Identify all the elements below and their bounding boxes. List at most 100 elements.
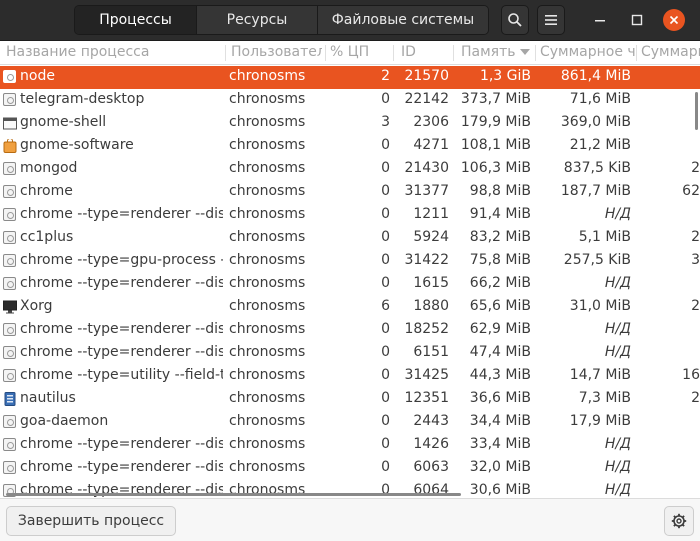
process-name: node xyxy=(20,68,55,84)
process-row[interactable]: goa-daemon chronosms 0 2443 34,4 MiB 17,9 MiB xyxy=(0,411,700,434)
process-row[interactable]: chrome --type=renderer --disab chronosms 0… xyxy=(0,342,700,365)
column-header-extra[interactable]: Суммарн xyxy=(641,44,700,60)
column-header-total[interactable]: Суммарное ч xyxy=(540,44,635,60)
process-row[interactable]: gnome-shell chronosms 3 2306 179,9 MiB 369,0 … xyxy=(0,112,700,135)
process-total-read: 257,5 KiB xyxy=(563,252,631,268)
tab-resources[interactable]: Ресурсы xyxy=(197,6,318,34)
process-name: chrome --type=renderer --disab xyxy=(20,275,223,291)
process-name: telegram-desktop xyxy=(20,91,145,107)
column-header-memory[interactable]: Память xyxy=(461,44,535,60)
process-user: chronosms xyxy=(229,275,306,291)
column-divider[interactable] xyxy=(225,45,226,61)
process-id: 4271 xyxy=(413,137,449,153)
process-memory: 32,0 MiB xyxy=(469,459,531,475)
process-user: chronosms xyxy=(229,321,306,337)
tab-file-systems[interactable]: Файловые системы xyxy=(318,6,488,34)
process-id: 1880 xyxy=(413,298,449,314)
process-user: chronosms xyxy=(229,298,306,314)
gear-icon xyxy=(671,513,687,529)
process-total-read: Н/Д xyxy=(604,344,631,360)
process-row[interactable]: chrome --type=renderer --disab chronosms 0… xyxy=(0,204,700,227)
process-properties-button[interactable] xyxy=(664,506,694,536)
generic-app-icon xyxy=(3,93,17,107)
column-divider[interactable] xyxy=(325,45,326,61)
process-name: chrome xyxy=(20,183,73,199)
search-button[interactable] xyxy=(501,5,529,35)
vertical-scrollbar[interactable] xyxy=(695,92,698,130)
column-header-pid[interactable]: ID xyxy=(401,44,451,60)
process-total-read: Н/Д xyxy=(604,436,631,452)
minimize-icon xyxy=(595,20,605,22)
process-cpu: 0 xyxy=(381,367,390,383)
process-total-write: 62 xyxy=(682,183,700,199)
process-user: chronosms xyxy=(229,160,306,176)
process-row[interactable]: node chronosms 2 21570 1,3 GiB 861,4 MiB xyxy=(0,66,700,89)
process-cpu: 0 xyxy=(381,459,390,475)
process-row[interactable]: chrome --type=renderer --disab chronosms 0… xyxy=(0,319,700,342)
process-row[interactable]: chrome --type=utility --field-tria chrono… xyxy=(0,365,700,388)
close-icon xyxy=(669,15,679,25)
column-divider[interactable] xyxy=(393,45,394,61)
process-cpu: 0 xyxy=(381,275,390,291)
process-total-read: Н/Д xyxy=(604,206,631,222)
process-memory: 106,3 MiB xyxy=(460,160,531,176)
process-cpu: 0 xyxy=(381,413,390,429)
process-memory: 47,4 MiB xyxy=(469,344,531,360)
process-row[interactable]: chrome chronosms 0 31377 98,8 MiB 187,7 MiB 62 xyxy=(0,181,700,204)
process-memory: 91,4 MiB xyxy=(469,206,531,222)
process-row[interactable]: gnome-software chronosms 0 4271 108,1 MiB 21,… xyxy=(0,135,700,158)
process-row[interactable]: chrome --type=gpu-process --fi chronosms 0… xyxy=(0,250,700,273)
column-header-cpu[interactable]: % ЦП xyxy=(330,44,390,60)
column-divider[interactable] xyxy=(453,45,454,61)
process-cpu: 0 xyxy=(381,436,390,452)
process-cpu: 0 xyxy=(381,390,390,406)
process-cpu: 0 xyxy=(381,252,390,268)
process-memory: 44,3 MiB xyxy=(469,367,531,383)
process-name: chrome --type=utility --field-tria xyxy=(20,367,223,383)
column-header-user[interactable]: Пользовател xyxy=(231,44,322,60)
process-id: 1426 xyxy=(413,436,449,452)
close-button[interactable] xyxy=(663,9,685,31)
process-row[interactable]: chrome --type=renderer --disab chronosms 0… xyxy=(0,434,700,457)
process-row[interactable]: chrome --type=renderer --disab chronosms 0… xyxy=(0,457,700,480)
process-row[interactable]: Xorg chronosms 6 1880 65,6 MiB 31,0 MiB 2 xyxy=(0,296,700,319)
end-process-button[interactable]: Завершить процесс xyxy=(6,506,176,536)
maximize-button[interactable] xyxy=(627,10,647,30)
generic-app-icon xyxy=(3,438,17,452)
process-total-read: 5,1 MiB xyxy=(578,229,631,245)
process-memory: 373,7 MiB xyxy=(460,91,531,107)
process-row[interactable]: telegram-desktop chronosms 0 22142 373,7 MiB… xyxy=(0,89,700,112)
process-row[interactable]: nautilus chronosms 0 12351 36,6 MiB 7,3 MiB 2 xyxy=(0,388,700,411)
action-bar: Завершить процесс xyxy=(0,498,700,541)
process-total-read: Н/Д xyxy=(604,275,631,291)
process-user: chronosms xyxy=(229,114,306,130)
process-total-read: 71,6 MiB xyxy=(569,91,631,107)
minimize-button[interactable] xyxy=(590,10,610,30)
generic-app-icon xyxy=(3,277,17,291)
process-cpu: 2 xyxy=(381,68,390,84)
process-id: 31422 xyxy=(404,252,449,268)
column-divider[interactable] xyxy=(535,45,536,61)
process-name: chrome --type=renderer --disab xyxy=(20,459,223,475)
tab-processes[interactable]: Процессы xyxy=(75,6,197,34)
process-cpu: 0 xyxy=(381,91,390,107)
process-total-write: 2 xyxy=(691,229,700,245)
menu-button[interactable] xyxy=(537,5,565,35)
process-user: chronosms xyxy=(229,229,306,245)
software-bag-icon xyxy=(3,139,17,153)
process-name: cc1plus xyxy=(20,229,74,245)
column-divider[interactable] xyxy=(636,45,637,61)
horizontal-scrollbar[interactable] xyxy=(6,493,461,496)
process-name: nautilus xyxy=(20,390,76,406)
column-header-name[interactable]: Название процесса xyxy=(6,44,224,60)
process-total-read: 187,7 MiB xyxy=(560,183,631,199)
process-name: chrome --type=gpu-process --fi xyxy=(20,252,223,268)
process-row[interactable]: chrome --type=renderer --disab chronosms 0… xyxy=(0,273,700,296)
process-row[interactable]: mongod chronosms 0 21430 106,3 MiB 837,5 KiB 2 xyxy=(0,158,700,181)
process-memory: 1,3 GiB xyxy=(479,68,531,84)
generic-app-icon xyxy=(3,162,17,176)
process-cpu: 0 xyxy=(381,229,390,245)
process-total-write: 3 xyxy=(691,252,700,268)
process-row[interactable]: cc1plus chronosms 0 5924 83,2 MiB 5,1 MiB 2 xyxy=(0,227,700,250)
generic-app-icon xyxy=(3,185,17,199)
